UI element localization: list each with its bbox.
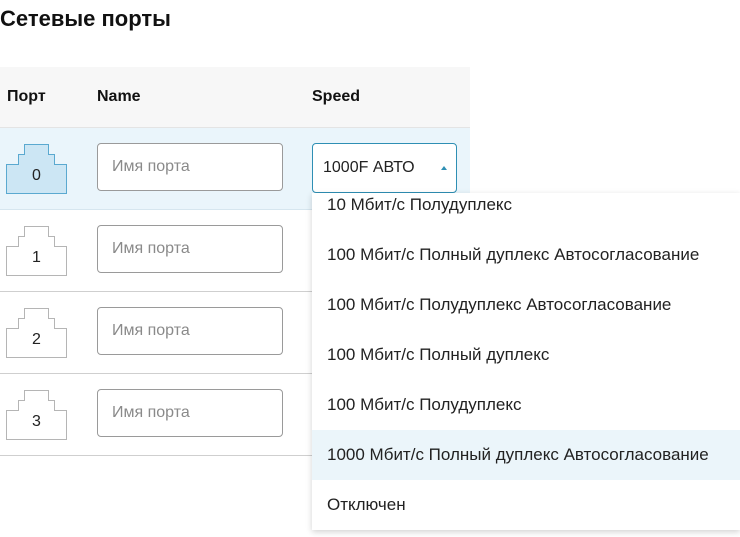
port-number: 3 <box>32 413 41 430</box>
port-name-input[interactable] <box>97 389 283 437</box>
speed-option[interactable]: 100 Мбит/с Полный дуплекс <box>312 330 740 380</box>
port-number: 1 <box>32 249 41 266</box>
speed-select-value: 1000F АВТО <box>323 159 415 176</box>
speed-option[interactable]: 10 Мбит/с Полудуплекс <box>312 193 740 230</box>
speed-option[interactable]: Отключен <box>312 480 740 530</box>
speed-option[interactable]: 100 Мбит/с Полный дуплекс Автосогласован… <box>312 230 740 280</box>
ethernet-port-icon[interactable]: 0 <box>6 144 67 194</box>
column-header-name: Name <box>97 88 141 105</box>
port-name-input[interactable] <box>97 307 283 355</box>
speed-option[interactable]: 100 Мбит/с Полудуплекс Автосогласование <box>312 280 740 330</box>
speed-select[interactable]: 1000F АВТО <box>312 143 457 193</box>
page-title: Сетевые порты <box>0 6 171 31</box>
port-name-input[interactable] <box>97 225 283 273</box>
table-header: Порт Name Speed <box>0 67 470 128</box>
port-number: 2 <box>32 331 41 348</box>
speed-dropdown-menu: 10 Мбит/с Полудуплекс 100 Мбит/с Полный … <box>312 193 740 530</box>
ethernet-port-icon[interactable]: 3 <box>6 390 67 440</box>
speed-option[interactable]: 100 Мбит/с Полудуплекс <box>312 380 740 430</box>
column-header-speed: Speed <box>312 88 361 105</box>
ethernet-port-icon[interactable]: 2 <box>6 308 67 358</box>
ethernet-port-icon[interactable]: 1 <box>6 226 67 276</box>
port-number: 0 <box>32 167 41 184</box>
column-header-port: Порт <box>7 88 46 105</box>
speed-option-highlighted[interactable]: 1000 Мбит/с Полный дуплекс Автосогласова… <box>312 430 740 480</box>
caret-up-icon <box>441 166 447 170</box>
port-name-input[interactable] <box>97 143 283 191</box>
